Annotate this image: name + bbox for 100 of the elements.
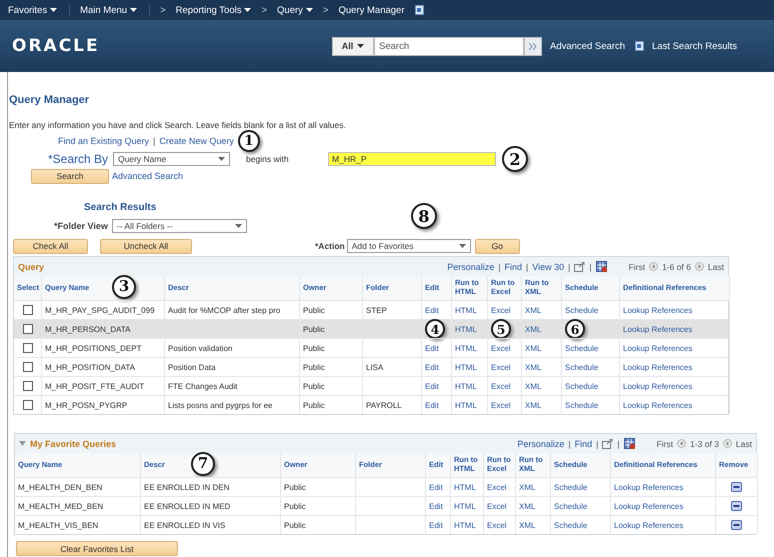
remove-icon[interactable]	[731, 520, 742, 530]
table-link[interactable]: HTML	[454, 502, 476, 510]
folder-view-dropdown[interactable]: -- All Folders --	[112, 219, 247, 233]
table-tool-link[interactable]: Personalize	[517, 438, 564, 448]
table-link[interactable]: HTML	[454, 520, 476, 530]
table-link[interactable]: Schedule	[554, 520, 588, 530]
previous-icon[interactable]	[649, 262, 658, 271]
action-dropdown[interactable]: Add to Favorites	[346, 239, 471, 253]
advanced-search-link[interactable]: Advanced Search	[550, 40, 625, 52]
table-link[interactable]: Edit	[425, 400, 439, 410]
row-checkbox[interactable]	[22, 305, 32, 315]
table-link[interactable]: HTML	[455, 344, 477, 352]
table-link[interactable]: HTML	[455, 400, 477, 410]
table-link[interactable]: Schedule	[565, 400, 598, 410]
table-link[interactable]: XML	[519, 502, 536, 510]
table-link[interactable]: XML	[525, 344, 542, 352]
nav-menu[interactable]: Reporting Tools	[176, 4, 252, 16]
table-link[interactable]: Edit	[429, 502, 443, 510]
table-link[interactable]: Schedule	[565, 382, 598, 390]
table-link[interactable]: Excel	[491, 306, 511, 314]
table-link[interactable]: HTML	[455, 324, 477, 334]
table-link[interactable]: Lookup References	[623, 306, 692, 314]
table-tool-link[interactable]: Find	[504, 262, 522, 272]
table-link[interactable]: HTML	[455, 382, 477, 390]
table-link[interactable]: Schedule	[554, 502, 588, 510]
uncheck-all-button[interactable]: Uncheck All	[100, 238, 192, 254]
query-link[interactable]: Create New Query	[159, 136, 234, 146]
table-link[interactable]: Schedule	[554, 482, 588, 492]
scope-dropdown[interactable]: All	[332, 36, 374, 56]
check-all-button[interactable]: Check All	[13, 238, 88, 254]
spreadsheet-icon[interactable]	[596, 261, 607, 272]
first-link[interactable]: First	[656, 438, 674, 448]
table-link[interactable]: Lookup References	[623, 324, 692, 334]
search-by-dropdown[interactable]: Query Name	[113, 152, 230, 166]
row-checkbox[interactable]	[22, 324, 32, 334]
table-link[interactable]: Lookup References	[623, 344, 692, 352]
query-name-field[interactable]: M_HR_P	[328, 152, 496, 166]
table-link[interactable]: HTML	[454, 482, 476, 492]
table-link[interactable]: Edit	[425, 362, 439, 372]
row-checkbox[interactable]	[22, 362, 32, 372]
row-checkbox[interactable]	[22, 343, 32, 353]
table-link[interactable]: XML	[525, 382, 542, 390]
search-go-button[interactable]	[524, 36, 542, 56]
row-checkbox[interactable]	[22, 381, 32, 391]
table-link[interactable]: Schedule	[565, 362, 598, 372]
table-link[interactable]: XML	[525, 400, 542, 410]
nav-menu[interactable]: Favorites	[8, 4, 70, 16]
table-link[interactable]: Lookup References	[614, 482, 684, 492]
nav-menu[interactable]: Query	[277, 4, 313, 16]
table-link[interactable]: XML	[519, 482, 536, 492]
search-button[interactable]: Search	[31, 168, 109, 184]
query-link[interactable]: Find an Existing Query	[58, 136, 150, 146]
nav-menu[interactable]: Query Manager	[338, 4, 404, 16]
table-link[interactable]: XML	[525, 324, 542, 334]
table-link[interactable]: Schedule	[565, 306, 598, 314]
spreadsheet-icon[interactable]	[624, 438, 635, 449]
table-link[interactable]: Lookup References	[623, 362, 692, 372]
table-link[interactable]: Edit	[429, 482, 443, 492]
table-link[interactable]: Lookup References	[614, 520, 684, 530]
previous-icon[interactable]	[677, 439, 686, 448]
table-link[interactable]: Lookup References	[623, 382, 692, 390]
table-link[interactable]: Edit	[425, 382, 439, 390]
advanced-search-link[interactable]: Advanced Search	[112, 171, 184, 181]
table-link[interactable]: Excel	[491, 362, 511, 372]
table-link[interactable]: HTML	[455, 362, 477, 372]
nav-menu[interactable]: Main Menu	[80, 4, 150, 16]
last-link[interactable]: Last	[708, 262, 724, 272]
go-button[interactable]: Go	[474, 238, 520, 254]
table-link[interactable]: Edit	[425, 344, 439, 352]
row-checkbox[interactable]	[22, 400, 32, 410]
table-tool-link[interactable]: View 30	[532, 262, 564, 272]
remove-icon[interactable]	[731, 501, 742, 511]
table-link[interactable]: Excel	[487, 482, 507, 492]
clear-favorites-button[interactable]: Clear Favorites List	[16, 541, 178, 556]
table-link[interactable]: Lookup References	[614, 502, 684, 510]
table-link[interactable]: Excel	[491, 344, 511, 352]
table-link[interactable]: Excel	[491, 382, 511, 390]
table-link[interactable]: Edit	[425, 306, 439, 314]
table-link[interactable]: HTML	[455, 306, 477, 314]
table-link[interactable]: Edit	[429, 520, 443, 530]
table-link[interactable]: XML	[525, 362, 542, 372]
first-link[interactable]: First	[628, 262, 646, 272]
table-link[interactable]: Schedule	[565, 344, 598, 352]
table-link[interactable]: Lookup References	[623, 400, 692, 410]
table-link[interactable]: XML	[525, 306, 542, 314]
document-icon[interactable]	[635, 41, 644, 51]
last-results-link[interactable]: Last Search Results	[652, 40, 738, 52]
remove-icon[interactable]	[731, 482, 742, 492]
table-link[interactable]: Excel	[487, 520, 507, 530]
document-icon[interactable]	[414, 5, 424, 15]
next-icon[interactable]	[694, 262, 704, 271]
table-link[interactable]: XML	[519, 520, 536, 530]
new-window-icon[interactable]	[602, 438, 614, 448]
table-tool-link[interactable]: Personalize	[447, 262, 494, 272]
table-link[interactable]: Excel	[487, 502, 507, 510]
table-link[interactable]: Excel	[491, 400, 511, 410]
table-tool-link[interactable]: Find	[574, 438, 592, 448]
search-field[interactable]: Search	[374, 36, 524, 56]
next-icon[interactable]	[722, 439, 732, 448]
last-link[interactable]: Last	[736, 438, 752, 448]
